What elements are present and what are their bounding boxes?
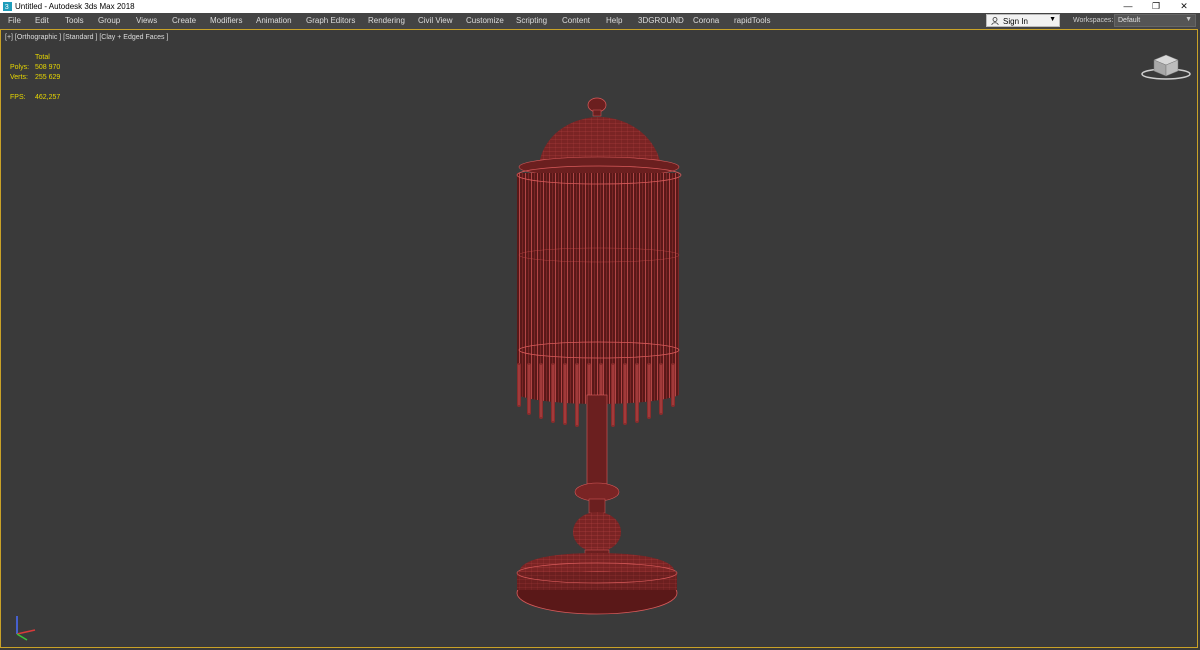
- menu-3dground[interactable]: 3DGROUND: [638, 16, 684, 25]
- svg-text:3: 3: [5, 2, 9, 11]
- menu-rendering[interactable]: Rendering: [368, 16, 405, 25]
- chevron-down-icon: ▼: [1049, 16, 1056, 23]
- verts-label: Verts:: [10, 74, 28, 81]
- viewport-label[interactable]: [+] [Orthographic ] [Standard ] [Clay + …: [5, 34, 168, 41]
- title-bar: 3 Untitled - Autodesk 3ds Max 2018 — ❐ ✕: [0, 0, 1200, 13]
- workspaces-select[interactable]: Default ▼: [1114, 14, 1196, 27]
- sign-in-dropdown[interactable]: Sign In ▼: [986, 14, 1060, 27]
- menu-graph-editors[interactable]: Graph Editors: [306, 16, 355, 25]
- polys-label: Polys:: [10, 64, 30, 71]
- menu-tools[interactable]: Tools: [65, 16, 84, 25]
- menu-customize[interactable]: Customize: [466, 16, 504, 25]
- user-icon: [991, 17, 999, 25]
- perspective-viewport[interactable]: [+] [Orthographic ] [Standard ] [Clay + …: [0, 29, 1198, 648]
- polys-value: 508 970: [35, 64, 61, 71]
- menu-views[interactable]: Views: [136, 16, 157, 25]
- menu-corona[interactable]: Corona: [693, 16, 719, 25]
- axis-gizmo-icon: [16, 616, 36, 641]
- minimize-button[interactable]: —: [1114, 0, 1142, 13]
- menu-create[interactable]: Create: [172, 16, 196, 25]
- 3dsmax-app-icon: 3: [3, 2, 12, 11]
- fps-value: 462,257: [35, 94, 61, 101]
- menu-file[interactable]: File: [8, 16, 21, 25]
- window-title: Untitled - Autodesk 3ds Max 2018: [15, 2, 135, 11]
- menu-scripting[interactable]: Scripting: [516, 16, 547, 25]
- viewcube-icon[interactable]: [1140, 48, 1192, 82]
- close-button[interactable]: ✕: [1170, 0, 1198, 13]
- verts-value: 255 629: [35, 74, 61, 81]
- menu-group[interactable]: Group: [98, 16, 120, 25]
- menu-help[interactable]: Help: [606, 16, 622, 25]
- restore-button[interactable]: ❐: [1142, 0, 1170, 13]
- menu-civil-view[interactable]: Civil View: [418, 16, 453, 25]
- menu-animation[interactable]: Animation: [256, 16, 292, 25]
- workspaces-label: Workspaces:: [1073, 17, 1114, 24]
- menu-edit[interactable]: Edit: [35, 16, 49, 25]
- sign-in-label: Sign In: [1003, 17, 1028, 26]
- menu-rapidtools[interactable]: rapidTools: [734, 16, 770, 25]
- fps-label: FPS:: [10, 94, 26, 101]
- menu-content[interactable]: Content: [562, 16, 590, 25]
- lamp-model[interactable]: [501, 95, 701, 615]
- chevron-down-icon: ▼: [1185, 16, 1192, 23]
- menu-bar: File Edit Tools Group Views Create Modif…: [0, 13, 1200, 29]
- stats-header: Total: [35, 54, 50, 61]
- menu-modifiers[interactable]: Modifiers: [210, 16, 242, 25]
- workspaces-value: Default: [1118, 17, 1141, 24]
